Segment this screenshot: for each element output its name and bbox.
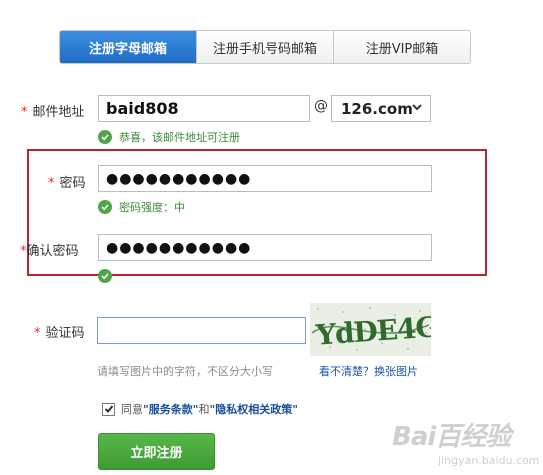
captcha-image[interactable]: YdDE4G <box>310 303 431 356</box>
captcha-label: * 验证码 <box>34 322 85 341</box>
watermark-url: jingyan.baidu.com <box>438 454 540 467</box>
check-circle-icon <box>98 269 112 283</box>
watermark-logo: Bai百经验 <box>392 422 511 452</box>
required-mark: * <box>48 176 55 191</box>
captcha-input[interactable] <box>97 317 306 344</box>
confirm-ok-tip <box>98 269 119 283</box>
email-ok-tip: 恭喜，该邮件地址可注册 <box>98 129 240 145</box>
tab-vip-email[interactable]: 注册VIP邮箱 <box>333 31 470 63</box>
tab-mobile-email[interactable]: 注册手机号码邮箱 <box>196 31 333 63</box>
password-label: * 密码 <box>48 172 86 191</box>
email-tip-text: 恭喜，该邮件地址可注册 <box>119 131 240 144</box>
captcha-label-text: 验证码 <box>45 326 85 341</box>
password-label-text: 密码 <box>59 176 86 191</box>
checkmark-icon <box>104 405 113 413</box>
at-sign: @ <box>314 98 328 114</box>
chevron-down-icon <box>412 104 422 111</box>
required-mark: * <box>21 105 28 120</box>
terms-link[interactable]: "服务条款" <box>143 401 198 417</box>
check-circle-icon <box>98 130 112 144</box>
required-mark: * <box>34 326 41 341</box>
agreement-row: 同意 "服务条款" 和 "隐私权相关政策" <box>102 401 298 417</box>
privacy-link[interactable]: "隐私权相关政策" <box>209 401 297 417</box>
tab-letter-email[interactable]: 注册字母邮箱 <box>60 31 196 63</box>
check-circle-icon <box>98 200 112 214</box>
domain-value: 126.com <box>341 99 413 118</box>
email-type-tabs: 注册字母邮箱 注册手机号码邮箱 注册VIP邮箱 <box>59 30 471 64</box>
refresh-captcha-link[interactable]: 看不清楚？换张图片 <box>319 363 418 379</box>
watermark: Bai百经验 jingyan.baidu.com <box>392 414 540 472</box>
password-input[interactable]: ●●●●●●●●●●● <box>98 165 432 192</box>
confirm-password-label: *确认密码 <box>20 240 79 259</box>
email-label-text: 邮件地址 <box>32 105 85 120</box>
confirm-password-label-text: 确认密码 <box>26 244 79 259</box>
agree-prefix: 同意 <box>121 403 143 416</box>
email-input[interactable]: baid808 <box>98 95 310 122</box>
confirm-password-input[interactable]: ●●●●●●●●●●● <box>98 234 432 261</box>
captcha-noise: YdDE4G <box>310 303 431 356</box>
password-strength-text: 密码强度：中 <box>119 201 185 214</box>
password-strength-tip: 密码强度：中 <box>98 199 185 215</box>
domain-select[interactable]: 126.com <box>331 95 431 122</box>
captcha-hint: 请填写图片中的字符，不区分大小写 <box>97 365 273 378</box>
register-button[interactable]: 立即注册 <box>98 433 215 470</box>
agree-and: 和 <box>198 403 210 416</box>
email-label: * 邮件地址 <box>21 101 85 120</box>
agree-checkbox[interactable] <box>102 402 115 416</box>
